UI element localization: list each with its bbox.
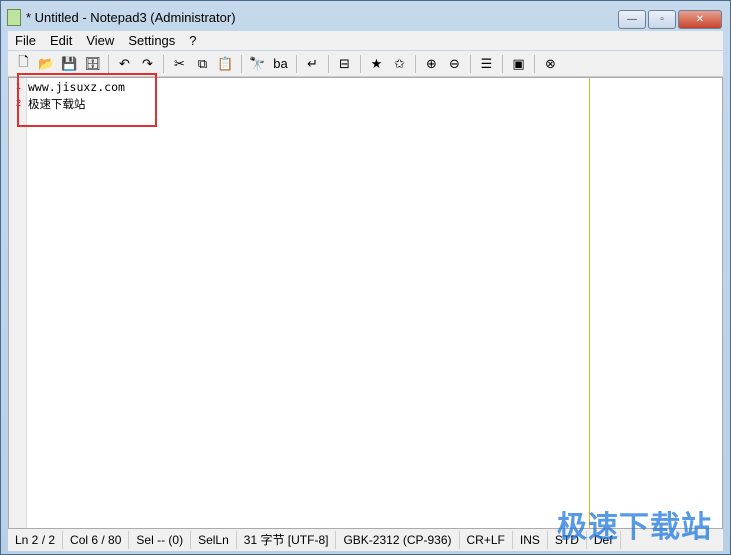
- status-field: 31 字节 [UTF-8]: [237, 531, 337, 549]
- favorites-icon[interactable]: ★: [367, 54, 386, 73]
- zoom-out-icon[interactable]: ⊖: [445, 54, 464, 73]
- toolbar-separator: [108, 54, 109, 73]
- menu-item[interactable]: File: [8, 33, 43, 48]
- notepad-icon: [7, 8, 21, 26]
- long-line-marker: [589, 78, 590, 528]
- status-field: CR+LF: [460, 531, 513, 549]
- copy-icon[interactable]: ⧉: [193, 54, 212, 73]
- menu-item[interactable]: ?: [182, 33, 203, 48]
- menu-item[interactable]: View: [79, 33, 121, 48]
- terminal-icon[interactable]: ▣: [509, 54, 528, 73]
- save-icon[interactable]: 💾: [60, 54, 79, 73]
- editor[interactable]: 1 www.jisuxz.com 2 极速下载站: [8, 73, 723, 529]
- status-field: GBK-2312 (CP-936): [336, 531, 460, 549]
- close-button[interactable]: ✕: [678, 10, 722, 29]
- status-field: Sel -- (0): [129, 531, 192, 549]
- status-field: Col 6 / 80: [63, 531, 130, 549]
- split-icon[interactable]: ⊟: [335, 54, 354, 73]
- status-field: INS: [513, 531, 548, 549]
- toolbar-separator: [470, 54, 471, 73]
- menu-bar: File Edit View Settings?: [8, 31, 723, 50]
- toolbar-separator: [360, 54, 361, 73]
- zoom-in-icon[interactable]: ⊕: [422, 54, 441, 73]
- watermark: 极速下载站: [557, 511, 712, 544]
- toolbar-separator: [328, 54, 329, 73]
- toolbar-separator: [296, 54, 297, 73]
- status-field: SelLn: [191, 531, 237, 549]
- find-icon[interactable]: 🔭: [248, 54, 267, 73]
- line-number-margin: [9, 78, 27, 528]
- toolbar-separator: [241, 54, 242, 73]
- paste-icon[interactable]: 📋: [216, 54, 235, 73]
- new-icon[interactable]: 🗋: [14, 54, 33, 73]
- menu-item[interactable]: Edit: [43, 33, 79, 48]
- add-favorite-icon[interactable]: ✩: [390, 54, 409, 73]
- redo-icon[interactable]: ↷: [138, 54, 157, 73]
- maximize-button[interactable]: ▫: [648, 10, 676, 29]
- notepad3-window: * Untitled - Notepad3 (Administrator) — …: [0, 0, 731, 555]
- open-icon[interactable]: 📂: [37, 54, 56, 73]
- status-field: Ln 2 / 2: [8, 531, 64, 549]
- undo-icon[interactable]: ↶: [115, 54, 134, 73]
- cut-icon[interactable]: ✂: [170, 54, 189, 73]
- toolbar-separator: [163, 54, 164, 73]
- toolbar-separator: [415, 54, 416, 73]
- replace-icon[interactable]: ba: [271, 54, 290, 73]
- highlight-box: [17, 73, 157, 127]
- exit-icon[interactable]: ⊗: [541, 54, 560, 73]
- word-wrap-icon[interactable]: ↵: [303, 54, 322, 73]
- save-as-icon[interactable]: 🗄: [83, 54, 102, 73]
- toolbar-separator: [534, 54, 535, 73]
- window-title: * Untitled - Notepad3 (Administrator): [26, 9, 236, 25]
- toolbar-separator: [502, 54, 503, 73]
- minimize-button[interactable]: —: [618, 10, 646, 29]
- title-bar: * Untitled - Notepad3 (Administrator): [7, 1, 236, 33]
- schemes-icon[interactable]: ☰: [477, 54, 496, 73]
- menu-item[interactable]: Settings: [121, 33, 182, 48]
